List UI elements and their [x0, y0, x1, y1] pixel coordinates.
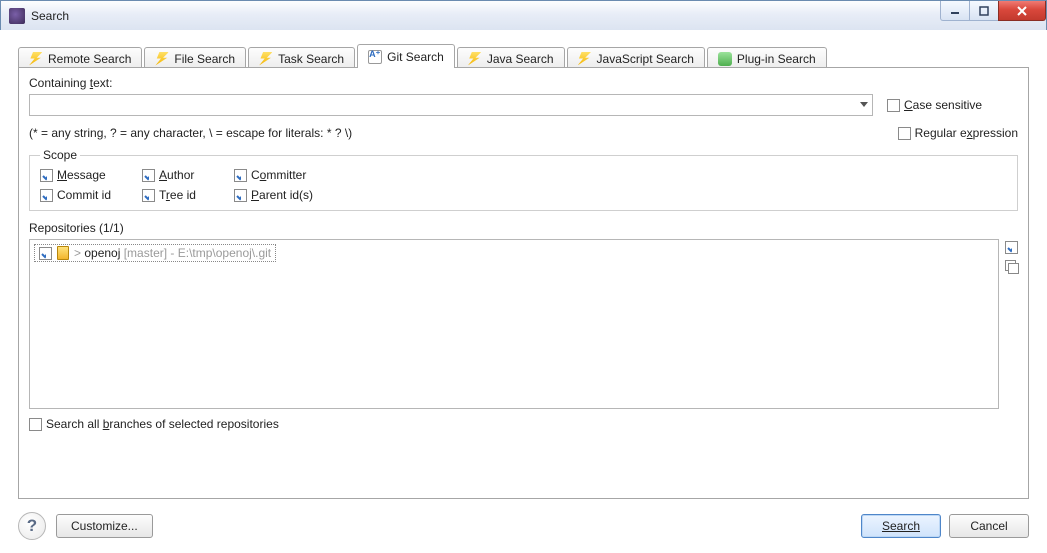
repository-side-buttons: [1005, 239, 1018, 409]
tabstrip: Remote Search File Search Task Search Gi…: [18, 44, 1029, 68]
repository-item[interactable]: > openoj [master] - E:\tmp\openoj\.git: [34, 244, 276, 262]
checkbox-icon: [40, 169, 53, 182]
tab-javascript-search[interactable]: JavaScript Search: [567, 47, 705, 69]
tab-label: Git Search: [387, 50, 444, 64]
checkbox-icon: [142, 189, 155, 202]
window-controls: [941, 1, 1046, 21]
help-button[interactable]: ?: [18, 512, 46, 540]
customize-button[interactable]: Customize...: [56, 514, 153, 538]
chevron-down-icon[interactable]: [856, 95, 872, 115]
scope-message[interactable]: Message: [40, 168, 130, 182]
checkbox-icon: [234, 169, 247, 182]
regex-checkbox[interactable]: Regular expression: [898, 126, 1018, 140]
containing-text-combo[interactable]: [29, 94, 873, 116]
maximize-button[interactable]: [969, 1, 999, 21]
tab-file-search[interactable]: File Search: [144, 47, 246, 69]
checkbox-icon: [234, 189, 247, 202]
tab-git-search[interactable]: Git Search: [357, 44, 455, 68]
tab-label: Task Search: [278, 52, 344, 66]
repositories-label: Repositories (1/1): [29, 221, 1018, 235]
scope-tree-id[interactable]: Tree id: [142, 188, 222, 202]
tab-label: JavaScript Search: [597, 52, 694, 66]
repository-text: > openoj [master] - E:\tmp\openoj\.git: [74, 246, 271, 260]
checkbox-icon: [40, 189, 53, 202]
window-title: Search: [31, 9, 69, 23]
plugin-icon: [718, 52, 732, 66]
git-search-icon: [368, 50, 382, 64]
checkbox-icon: [29, 418, 42, 431]
tab-label: Java Search: [487, 52, 554, 66]
scope-author[interactable]: Author: [142, 168, 222, 182]
app-icon: [9, 8, 25, 24]
scope-committer[interactable]: Committer: [234, 168, 354, 182]
titlebar: Search: [1, 1, 1046, 31]
dialog-footer: ? Customize... Search Cancel: [0, 499, 1047, 553]
checkbox-icon: [898, 127, 911, 140]
flashlight-icon: [29, 52, 43, 66]
tab-plugin-search[interactable]: Plug-in Search: [707, 47, 827, 69]
tab-task-search[interactable]: Task Search: [248, 47, 355, 69]
cancel-button[interactable]: Cancel: [949, 514, 1029, 538]
tab-label: Plug-in Search: [737, 52, 816, 66]
tab-remote-search[interactable]: Remote Search: [18, 47, 142, 69]
repository-list[interactable]: > openoj [master] - E:\tmp\openoj\.git: [29, 239, 999, 409]
select-all-checkbox[interactable]: [1005, 241, 1018, 254]
pattern-hint: (* = any string, ? = any character, \ = …: [29, 126, 352, 140]
containing-text-label: Containing text:: [29, 76, 1018, 90]
tab-java-search[interactable]: Java Search: [457, 47, 565, 69]
git-search-panel: Containing text: Case sensitive (* = any…: [18, 67, 1029, 499]
flashlight-icon: [155, 52, 169, 66]
deselect-all-icon[interactable]: [1005, 260, 1018, 273]
checkbox-icon: [887, 99, 900, 112]
case-sensitive-checkbox[interactable]: Case sensitive: [887, 98, 982, 112]
tab-label: Remote Search: [48, 52, 131, 66]
minimize-button[interactable]: [940, 1, 970, 21]
tab-label: File Search: [174, 52, 235, 66]
scope-group: Scope Message Author Committer: [29, 148, 1018, 211]
flashlight-icon: [578, 52, 592, 66]
search-all-branches-checkbox[interactable]: Search all branches of selected reposito…: [29, 417, 1018, 431]
flashlight-icon: [468, 52, 482, 66]
scope-legend: Scope: [40, 148, 80, 162]
search-button[interactable]: Search: [861, 514, 941, 538]
scope-parent-ids[interactable]: Parent id(s): [234, 188, 354, 202]
checkbox-icon: [142, 169, 155, 182]
flashlight-icon: [259, 52, 273, 66]
checkbox-icon[interactable]: [39, 247, 52, 260]
repository-icon: [57, 246, 69, 260]
scope-commit-id[interactable]: Commit id: [40, 188, 130, 202]
containing-text-input[interactable]: [30, 95, 856, 115]
close-button[interactable]: [998, 1, 1046, 21]
